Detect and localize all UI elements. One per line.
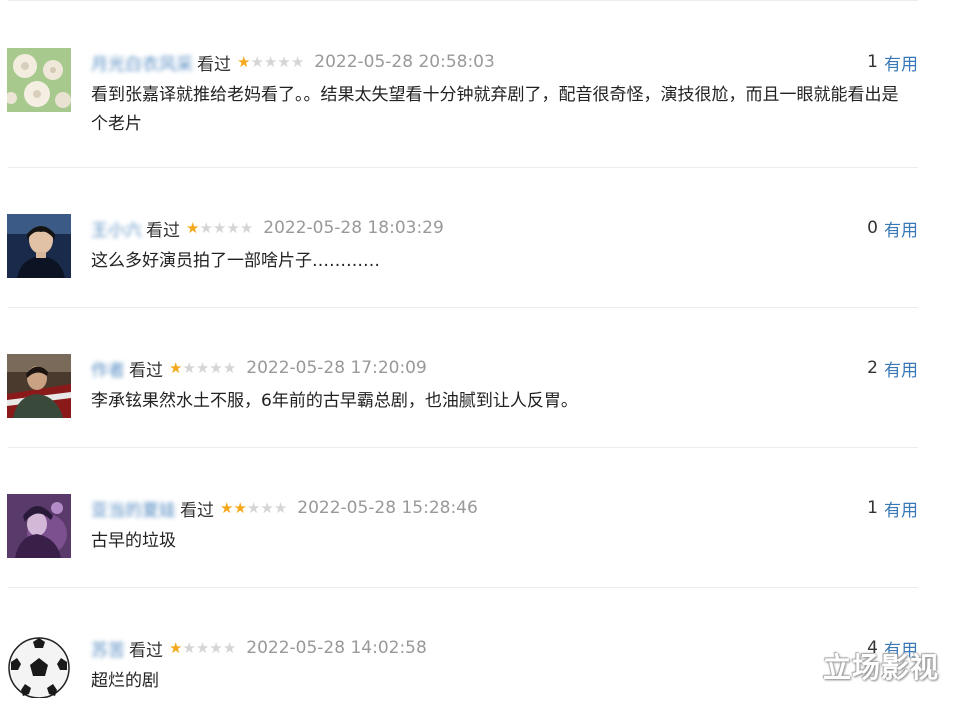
watermark-logo: 立场影视 (822, 651, 939, 684)
avatar[interactable] (7, 494, 71, 558)
star-empty-icon: ★ (222, 638, 237, 657)
comment-item: 王小六 看过 ★ ★ ★ ★ ★ 2022-05-28 18:03:29 0 有用 这么… (0, 214, 930, 304)
star-empty-icon: ★ (182, 638, 196, 657)
useful-button[interactable]: 有用 (884, 50, 918, 75)
comment-time: 2022-05-28 17:20:09 (246, 358, 427, 378)
star-empty-icon: ★ (277, 52, 291, 71)
watched-label: 看过 (129, 640, 163, 661)
vote-count: 1 (867, 52, 878, 72)
star-empty-icon: ★ (195, 358, 210, 377)
comment-item: 亚当的夏娃 看过 ★ ★ ★ ★ ★ 2022-05-28 15:28:46 1 有用 … (0, 494, 930, 584)
star-filled-icon: ★ (169, 358, 183, 377)
username-link[interactable]: 月光白衣风采 (91, 50, 193, 75)
divider (8, 587, 918, 588)
watched-label: 看过 (146, 220, 180, 241)
comment-meta: 苏苦 看过 ★ ★ ★ ★ ★ 2022-05-28 14:02:58 (91, 634, 427, 662)
star-empty-icon: ★ (290, 52, 305, 71)
star-filled-icon: ★ (169, 638, 183, 657)
comment-text: 超烂的剧 (91, 671, 159, 691)
watched-label: 看过 (129, 360, 163, 381)
vote-area: 1 有用 (867, 494, 918, 522)
watched-label: 看过 (180, 500, 214, 521)
star-filled-icon: ★ (220, 498, 234, 517)
rating-stars: ★ ★ ★ ★ ★ (186, 218, 254, 237)
useful-button[interactable]: 有用 (884, 216, 918, 241)
comment-meta: 作者 看过 ★ ★ ★ ★ ★ 2022-05-28 17:20:09 (91, 354, 427, 382)
vote-area: 1 有用 (867, 48, 918, 76)
username-link[interactable]: 王小六 (91, 216, 142, 241)
useful-button[interactable]: 有用 (884, 496, 918, 521)
star-empty-icon: ★ (260, 498, 274, 517)
avatar[interactable] (7, 214, 71, 278)
comment-time: 2022-05-28 20:58:03 (314, 52, 495, 72)
divider (8, 0, 918, 1)
star-empty-icon: ★ (199, 218, 213, 237)
avatar[interactable] (7, 634, 71, 698)
rating-stars: ★ ★ ★ ★ ★ (169, 358, 237, 377)
star-empty-icon: ★ (239, 218, 254, 237)
star-empty-icon: ★ (226, 218, 240, 237)
star-filled-icon: ★ (186, 218, 200, 237)
comment-time: 2022-05-28 15:28:46 (297, 498, 478, 518)
useful-button[interactable]: 有用 (884, 356, 918, 381)
comment-item: 月光白衣风采 看过 ★ ★ ★ ★ ★ 2022-05-28 20:58:03 1 有用… (0, 48, 930, 138)
star-empty-icon: ★ (209, 358, 223, 377)
username-link[interactable]: 亚当的夏娃 (91, 496, 176, 521)
vote-count: 2 (867, 358, 878, 378)
divider (8, 447, 918, 448)
comment-meta: 亚当的夏娃 看过 ★ ★ ★ ★ ★ 2022-05-28 15:28:46 (91, 494, 478, 522)
watched-label: 看过 (197, 54, 231, 75)
rating-stars: ★ ★ ★ ★ ★ (220, 498, 288, 517)
star-empty-icon: ★ (182, 358, 196, 377)
username-link[interactable]: 苏苦 (91, 636, 125, 661)
star-empty-icon: ★ (195, 638, 210, 657)
star-empty-icon: ★ (263, 52, 278, 71)
comment-time: 2022-05-28 14:02:58 (246, 638, 427, 658)
vote-area: 2 有用 (867, 354, 918, 382)
rating-stars: ★ ★ ★ ★ ★ (169, 638, 237, 657)
avatar[interactable] (7, 354, 71, 418)
comment-meta: 王小六 看过 ★ ★ ★ ★ ★ 2022-05-28 18:03:29 (91, 214, 444, 242)
divider (8, 307, 918, 308)
star-empty-icon: ★ (273, 498, 288, 517)
comment-text: 这么多好演员拍了一部啥片子………… (91, 251, 380, 271)
comment-list: 月光白衣风采 看过 ★ ★ ★ ★ ★ 2022-05-28 20:58:03 1 有用… (0, 0, 957, 704)
username-link[interactable]: 作者 (91, 356, 125, 381)
star-filled-icon: ★ (237, 52, 251, 71)
vote-area: 0 有用 (867, 214, 918, 242)
comment-text: 李承铉果然水土不服，6年前的古早霸总剧，也油腻到让人反胃。 (91, 391, 578, 411)
rating-stars: ★ ★ ★ ★ ★ (237, 52, 305, 71)
star-empty-icon: ★ (212, 218, 227, 237)
comment-text: 古早的垃圾 (91, 531, 176, 551)
comment-item: 作者 看过 ★ ★ ★ ★ ★ 2022-05-28 17:20:09 2 有用 李承铉… (0, 354, 930, 444)
star-empty-icon: ★ (246, 498, 261, 517)
star-filled-icon: ★ (233, 498, 247, 517)
star-empty-icon: ★ (222, 358, 237, 377)
avatar[interactable] (7, 48, 71, 112)
comment-meta: 月光白衣风采 看过 ★ ★ ★ ★ ★ 2022-05-28 20:58:03 (91, 48, 495, 76)
vote-count: 1 (867, 498, 878, 518)
divider (8, 167, 918, 168)
star-empty-icon: ★ (250, 52, 264, 71)
comment-item: 苏苦 看过 ★ ★ ★ ★ ★ 2022-05-28 14:02:58 4 有用 超烂的… (0, 634, 930, 724)
star-empty-icon: ★ (209, 638, 223, 657)
comment-time: 2022-05-28 18:03:29 (263, 218, 444, 238)
comment-text: 看到张嘉译就推给老妈看了。。结果太失望看十分钟就弃剧了，配音很奇怪，演技很尬，而… (91, 85, 899, 134)
vote-count: 0 (867, 218, 878, 238)
